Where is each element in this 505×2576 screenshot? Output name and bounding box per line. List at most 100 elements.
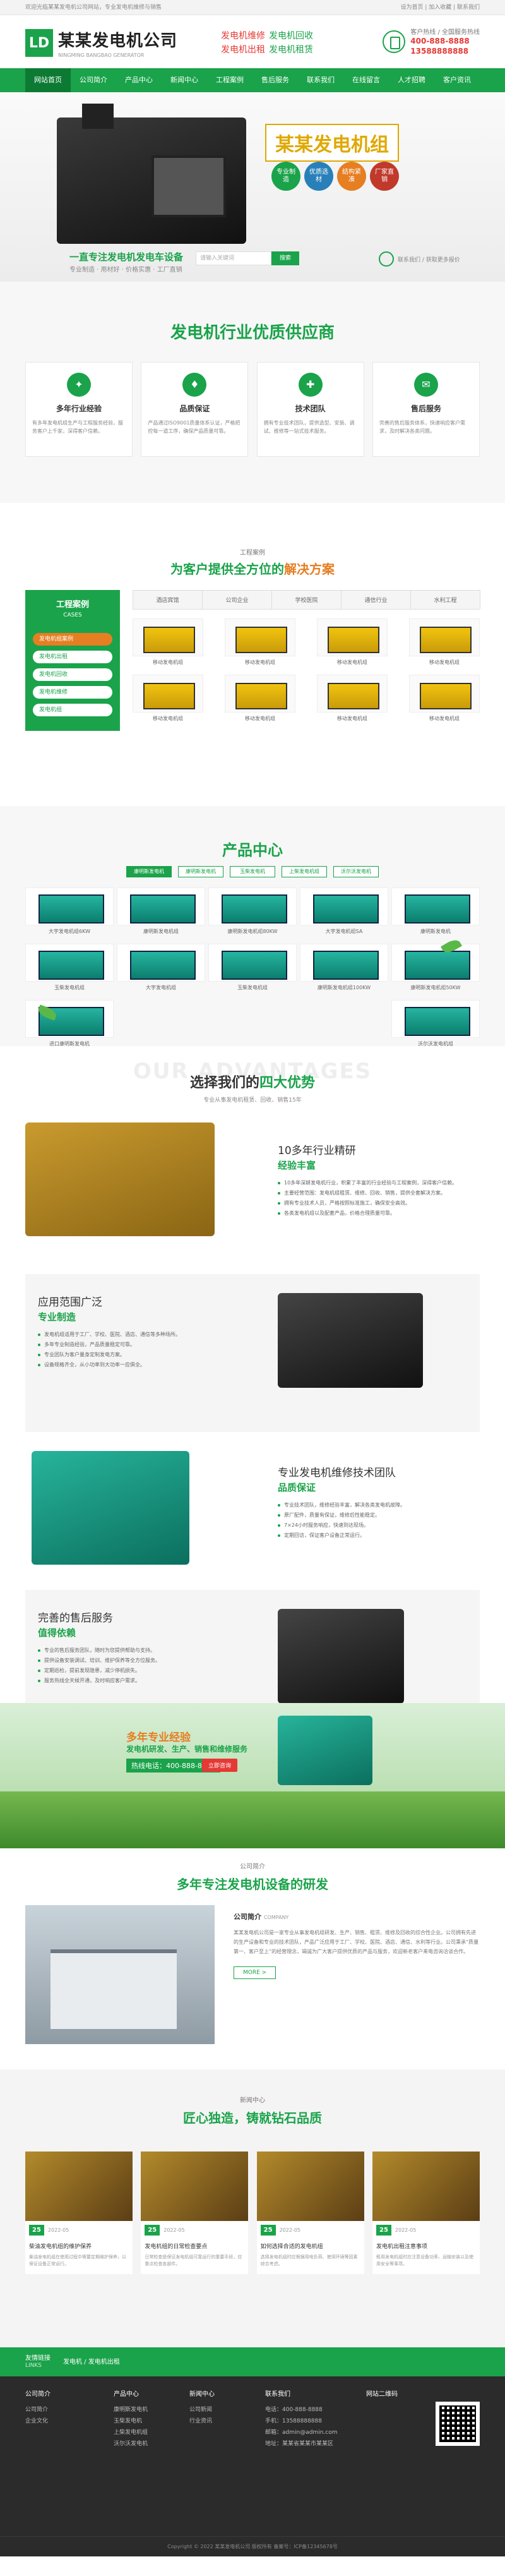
sidebar-item[interactable]: 发电机组	[33, 704, 112, 716]
news-item[interactable]: 25 2022-05 发电机出租注意事项 租用发电机组时应注意设备功率、运输安装以及使…	[372, 2152, 480, 2274]
advantage-item: 原厂配件，质量有保证，维修后性能稳定。	[278, 1510, 467, 1520]
product-image	[300, 944, 388, 982]
section-title: 为客户提供全方位的解决方案	[170, 562, 335, 577]
nav-item[interactable]: 新闻中心	[162, 68, 207, 92]
case-image	[317, 675, 388, 713]
product-image	[391, 1000, 480, 1038]
case-tab[interactable]: 公司企业	[202, 590, 272, 609]
product-item[interactable]: 康明斯发电机组80KW	[208, 888, 297, 935]
footer-link[interactable]: 康明斯发电机	[114, 2404, 148, 2416]
product-caption: 康明斯发电机组50KW	[410, 985, 461, 990]
advantages-section: OUR ADVANTAGES 选择我们的四大优势 专业从事发电机租赁、回收、销售…	[0, 1046, 505, 1729]
footer-link[interactable]: 玉柴发电机	[114, 2416, 148, 2427]
case-item[interactable]: 移动发电机组	[317, 618, 388, 666]
footer-link[interactable]: 企业文化	[25, 2416, 50, 2427]
generator-image	[278, 1609, 404, 1704]
footer-link[interactable]: 邮箱：admin@admin.com	[265, 2427, 337, 2438]
case-item[interactable]: 移动发电机组	[409, 618, 480, 666]
footer-link[interactable]: 电话：400-888-8888	[265, 2404, 337, 2416]
news-day: 25	[260, 2225, 276, 2236]
contact-tip[interactable]: 联系我们 / 获取更多报价	[379, 251, 460, 267]
product-category[interactable]: 康明斯发电机	[126, 866, 172, 877]
footer-link[interactable]: 公司新闻	[189, 2404, 215, 2416]
product-item[interactable]: 康明斯发电机组50KW	[391, 944, 480, 991]
more-button[interactable]: MORE >	[234, 1966, 276, 1979]
top-links[interactable]: 设为首页 | 加入收藏 | 联系我们	[400, 0, 480, 15]
news-desc: 柴油发电机组在使用过程中需要定期维护保养，以保证设备正常运行。	[29, 2254, 126, 2266]
nav-item[interactable]: 工程案例	[207, 68, 252, 92]
product-item[interactable]: 大宇发电机组6KW	[25, 888, 114, 935]
nav-item[interactable]: 人才招聘	[389, 68, 434, 92]
product-caption: 大宇发电机组	[146, 985, 176, 990]
feature-desc: 有多年发电机组生产与工程服务经验，服务客户上千家，深得客户信赖。	[32, 420, 123, 434]
product-category[interactable]: 上柴发电机组	[282, 866, 327, 877]
product-caption: 康明斯发电机组100KW	[317, 985, 371, 990]
footer-link[interactable]: 手机：13588888888	[265, 2416, 337, 2427]
sidebar-item[interactable]: 发电机回收	[33, 668, 112, 681]
search-input[interactable]: 请输入关键词	[196, 251, 271, 265]
advantage-list: 发电机组适用于工厂、学校、医院、酒店、通信等多种场所。 多年专业制造经验，产品质量…	[38, 1330, 227, 1370]
case-item[interactable]: 移动发电机组	[409, 675, 480, 722]
about-heading-en: COMPANY	[264, 1915, 289, 1920]
case-tab[interactable]: 水利工程	[410, 590, 480, 609]
logo[interactable]: LD 某某发电机公司 NINGMING BANGBAO GENERATOR	[25, 28, 177, 58]
nav-item[interactable]: 产品中心	[116, 68, 162, 92]
nav-item[interactable]: 在线留言	[343, 68, 389, 92]
nav-item[interactable]: 售后服务	[252, 68, 298, 92]
nav-item[interactable]: 联系我们	[298, 68, 343, 92]
footer-link[interactable]: 地址：某某省某某市某某区	[265, 2438, 337, 2450]
product-item[interactable]: 玉柴发电机组	[25, 944, 114, 991]
product-item[interactable]: 大宇发电机组SA	[300, 888, 388, 935]
sidebar-item[interactable]: 发电机出租	[33, 651, 112, 663]
case-tab[interactable]: 通信行业	[341, 590, 411, 609]
case-tab[interactable]: 学校医院	[271, 590, 342, 609]
case-image	[225, 675, 295, 713]
product-item[interactable]: 玉柴发电机组	[208, 944, 297, 991]
advantage-item: 服务热线全天候开通，及时响应客户需求。	[38, 1676, 227, 1686]
product-category[interactable]: 康明斯发电机	[178, 866, 223, 877]
section-tag: 新闻中心	[240, 2097, 265, 2104]
advantage-item: 专业的售后服务团队，随时为您提供帮助与支持。	[38, 1646, 227, 1656]
banner-subtitle: 发电机研发、生产、销售和维修服务	[126, 1745, 248, 1754]
footer-link[interactable]: 上柴发电机组	[114, 2427, 148, 2438]
case-item[interactable]: 移动发电机组	[133, 618, 203, 666]
links-title: 友情链接	[25, 2355, 50, 2362]
advantage-item: 发电机组适用于工厂、学校、医院、酒店、通信等多种场所。	[38, 1330, 227, 1340]
consult-button[interactable]: 立即咨询	[202, 1759, 238, 1772]
search-button[interactable]: 搜索	[271, 251, 299, 265]
product-item[interactable]: 康明斯发电机组	[117, 888, 205, 935]
feature-icon: ✉	[413, 373, 438, 397]
footer-link[interactable]: 行业资讯	[189, 2416, 215, 2427]
case-item[interactable]: 移动发电机组	[317, 675, 388, 722]
product-caption: 玉柴发电机组	[237, 985, 268, 990]
product-item[interactable]: 康明斯发电机	[391, 888, 480, 935]
qr-code	[436, 2402, 480, 2446]
case-image	[225, 618, 295, 656]
links-list[interactable]: 发电机 / 发电机出租	[63, 2356, 120, 2366]
product-item[interactable]: 沃尔沃发电机组	[391, 1000, 480, 1047]
case-sidebar: 工程案例 CASES 发电机组案例 发电机出租 发电机回收 发电机维修 发电机组	[25, 590, 120, 731]
news-item[interactable]: 25 2022-05 如何选择合适的发电机组 选择发电机组时应根据用电负荷、使用环境等…	[256, 2152, 364, 2274]
product-item[interactable]: 康明斯发电机组100KW	[300, 944, 388, 991]
nav-item[interactable]: 网站首页	[25, 68, 71, 92]
product-caption: 玉柴发电机组	[54, 985, 85, 990]
nav-item[interactable]: 客户资讯	[434, 68, 480, 92]
news-item[interactable]: 25 2022-05 发电机组的日常检查要点 日常检查是保证发电机组可靠运行的重要手段…	[141, 2152, 249, 2274]
nav-item[interactable]: 公司简介	[71, 68, 116, 92]
case-item[interactable]: 移动发电机组	[225, 675, 295, 722]
generator-image	[25, 1122, 215, 1236]
footer-link[interactable]: 沃尔沃发电机	[114, 2438, 148, 2450]
slogan: 发电机出租	[221, 45, 265, 55]
product-item[interactable]: 大宇发电机组	[117, 944, 205, 991]
sidebar-item[interactable]: 发电机维修	[33, 686, 112, 699]
case-item[interactable]: 移动发电机组	[133, 675, 203, 722]
footer-link[interactable]: 公司简介	[25, 2404, 50, 2416]
feature-card: ♦ 品质保证 产品通过ISO9001质量体系认证，严格把控每一道工序，确保产品质量可…	[141, 362, 249, 457]
sidebar-item[interactable]: 发电机组案例	[33, 633, 112, 646]
product-category[interactable]: 玉柴发电机	[230, 866, 275, 877]
supplier-section: 发电机行业优质供应商 ✦ 多年行业经验 有多年发电机组生产与工程服务经验，服务客户上…	[0, 282, 505, 503]
case-tab[interactable]: 酒店宾馆	[133, 590, 203, 609]
product-category[interactable]: 沃尔沃发电机	[333, 866, 379, 877]
case-item[interactable]: 移动发电机组	[225, 618, 295, 666]
news-item[interactable]: 25 2022-05 柴油发电机组的维护保养 柴油发电机组在使用过程中需要定期维护保养…	[25, 2152, 133, 2274]
